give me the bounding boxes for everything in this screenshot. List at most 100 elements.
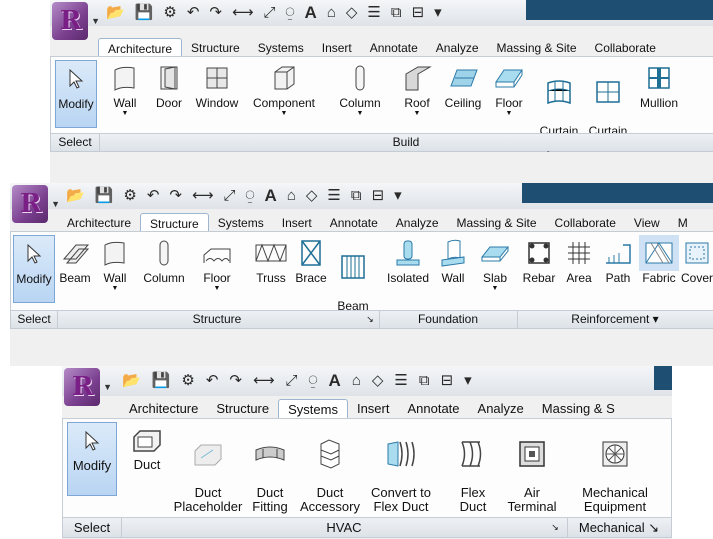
panel-structure-label[interactable]: Structure bbox=[57, 311, 377, 328]
save-icon[interactable]: 💾 bbox=[95, 187, 114, 205]
switch-windows-icon[interactable]: ⊟ bbox=[372, 187, 385, 205]
panel-launcher-icon[interactable]: ↘ bbox=[363, 311, 377, 328]
panel-select-label[interactable]: Select bbox=[11, 311, 57, 328]
panel-build-label[interactable]: Build bbox=[99, 134, 713, 151]
undo-icon[interactable]: ↶ bbox=[187, 4, 200, 22]
air-terminal-button[interactable]: Air Terminal bbox=[503, 422, 561, 528]
3d-view-icon[interactable]: ⌂ bbox=[287, 187, 296, 205]
3d-view-icon[interactable]: ⌂ bbox=[327, 4, 336, 22]
redo-icon[interactable]: ↷ bbox=[169, 187, 182, 205]
save-icon[interactable]: 💾 bbox=[135, 4, 154, 22]
flex-duct-button[interactable]: Flex Duct bbox=[451, 422, 495, 528]
duct-accessory-button[interactable]: Duct Accessory bbox=[297, 422, 363, 528]
panel-reinforcement-label[interactable]: Reinforcement ▾ bbox=[517, 311, 713, 328]
panel-launcher-icon[interactable]: ↘ bbox=[547, 518, 563, 537]
component-dropdown-arrow[interactable]: ▼ bbox=[249, 110, 319, 118]
application-menu-button[interactable]: R ▼ bbox=[64, 368, 112, 406]
section-icon[interactable]: ◇ bbox=[306, 187, 318, 205]
structural-column-button[interactable]: Column bbox=[139, 235, 189, 285]
thin-lines-icon[interactable]: ☰ bbox=[367, 4, 380, 22]
modify-button[interactable]: Modify bbox=[67, 422, 117, 496]
modify-button[interactable]: Modify bbox=[13, 235, 55, 303]
tab-architecture[interactable]: Architecture bbox=[120, 399, 207, 420]
area-button[interactable]: Area bbox=[561, 235, 597, 285]
undo-icon[interactable]: ↶ bbox=[206, 372, 219, 390]
sync-icon[interactable]: ⚙ bbox=[181, 372, 194, 390]
roof-dropdown-arrow[interactable]: ▼ bbox=[397, 110, 437, 118]
undo-icon[interactable]: ↶ bbox=[147, 187, 160, 205]
application-menu-button[interactable]: R ▼ bbox=[52, 2, 100, 40]
text-icon[interactable]: A bbox=[305, 4, 317, 22]
component-button[interactable]: Component ▼ bbox=[249, 60, 319, 118]
duct-placeholder-button[interactable]: Duct Placeholder bbox=[173, 422, 243, 528]
door-button[interactable]: Door bbox=[151, 60, 187, 110]
tab-insert[interactable]: Insert bbox=[348, 399, 399, 420]
panel-select-label[interactable]: Select bbox=[63, 518, 121, 537]
tag-icon[interactable]: ⍜ bbox=[246, 187, 255, 205]
path-button[interactable]: Path bbox=[601, 235, 635, 285]
structural-floor-button[interactable]: Floor ▼ bbox=[195, 235, 239, 293]
measure-icon[interactable]: ⟷ bbox=[253, 372, 275, 390]
cover-button[interactable]: Cover bbox=[679, 235, 713, 285]
redo-icon[interactable]: ↷ bbox=[209, 4, 222, 22]
slab-dropdown-arrow[interactable]: ▼ bbox=[475, 285, 515, 293]
application-menu-button[interactable]: R ▼ bbox=[12, 185, 60, 223]
slab-button[interactable]: Slab ▼ bbox=[475, 235, 515, 293]
floor-button[interactable]: Floor ▼ bbox=[489, 60, 529, 118]
isolated-footing-button[interactable]: Isolated bbox=[383, 235, 433, 285]
duct-button[interactable]: Duct bbox=[125, 422, 169, 472]
thin-lines-icon[interactable]: ☰ bbox=[394, 372, 407, 390]
wall-dropdown-arrow[interactable]: ▼ bbox=[107, 110, 143, 118]
dimension-icon[interactable]: ⤢ bbox=[286, 372, 298, 390]
wall-footing-button[interactable]: Wall bbox=[435, 235, 471, 285]
close-hidden-icon[interactable]: ⧉ bbox=[391, 4, 402, 22]
customize-icon[interactable]: ▾ bbox=[464, 372, 472, 390]
measure-icon[interactable]: ⟷ bbox=[192, 187, 214, 205]
customize-icon[interactable]: ▾ bbox=[394, 187, 402, 205]
mullion-button[interactable]: Mullion bbox=[635, 60, 683, 110]
open-icon[interactable]: 📂 bbox=[106, 4, 125, 22]
modify-button[interactable]: Modify bbox=[55, 60, 97, 128]
close-hidden-icon[interactable]: ⧉ bbox=[351, 187, 362, 205]
brace-button[interactable]: Brace bbox=[293, 235, 329, 285]
wall-dropdown-arrow[interactable]: ▼ bbox=[97, 285, 133, 293]
redo-icon[interactable]: ↷ bbox=[229, 372, 242, 390]
tag-icon[interactable]: ⍜ bbox=[286, 4, 295, 22]
tag-icon[interactable]: ⍜ bbox=[309, 372, 318, 390]
window-button[interactable]: Window bbox=[191, 60, 243, 110]
section-icon[interactable]: ◇ bbox=[372, 372, 384, 390]
measure-icon[interactable]: ⟷ bbox=[232, 4, 254, 22]
panel-hvac-label[interactable]: HVAC bbox=[121, 518, 567, 537]
wall-button[interactable]: Wall ▼ bbox=[107, 60, 143, 118]
switch-windows-icon[interactable]: ⊟ bbox=[441, 372, 454, 390]
3d-view-icon[interactable]: ⌂ bbox=[352, 372, 361, 390]
dimension-icon[interactable]: ⤢ bbox=[224, 187, 236, 205]
truss-button[interactable]: Truss bbox=[251, 235, 291, 285]
roof-button[interactable]: Roof ▼ bbox=[397, 60, 437, 118]
duct-fitting-button[interactable]: Duct Fitting bbox=[245, 422, 295, 528]
panel-select-label[interactable]: Select bbox=[51, 134, 99, 151]
text-icon[interactable]: A bbox=[329, 372, 341, 390]
panel-mechanical-label[interactable]: Mechanical ↘ bbox=[567, 518, 671, 537]
floor-dropdown-arrow[interactable]: ▼ bbox=[489, 110, 529, 118]
tab-analyze[interactable]: Analyze bbox=[469, 399, 533, 420]
thin-lines-icon[interactable]: ☰ bbox=[327, 187, 340, 205]
panel-foundation-label[interactable]: Foundation bbox=[379, 311, 517, 328]
tab-structure[interactable]: Structure bbox=[207, 399, 278, 420]
sync-icon[interactable]: ⚙ bbox=[123, 187, 136, 205]
tab-massing-site[interactable]: Massing & S bbox=[533, 399, 624, 420]
tab-annotate[interactable]: Annotate bbox=[398, 399, 468, 420]
text-icon[interactable]: A bbox=[265, 187, 277, 205]
switch-windows-icon[interactable]: ⊟ bbox=[412, 4, 425, 22]
column-dropdown-arrow[interactable]: ▼ bbox=[335, 110, 385, 118]
rebar-button[interactable]: Rebar bbox=[519, 235, 559, 285]
convert-to-flex-duct-button[interactable]: Convert to Flex Duct bbox=[369, 422, 433, 528]
section-icon[interactable]: ◇ bbox=[346, 4, 358, 22]
mechanical-equipment-button[interactable]: Mechanical Equipment bbox=[573, 422, 657, 528]
structural-wall-button[interactable]: Wall ▼ bbox=[97, 235, 133, 293]
column-button[interactable]: Column ▼ bbox=[335, 60, 385, 118]
customize-icon[interactable]: ▾ bbox=[434, 4, 442, 22]
floor-dropdown-arrow[interactable]: ▼ bbox=[195, 285, 239, 293]
open-icon[interactable]: 📂 bbox=[66, 187, 85, 205]
beam-button[interactable]: Beam bbox=[57, 235, 93, 285]
